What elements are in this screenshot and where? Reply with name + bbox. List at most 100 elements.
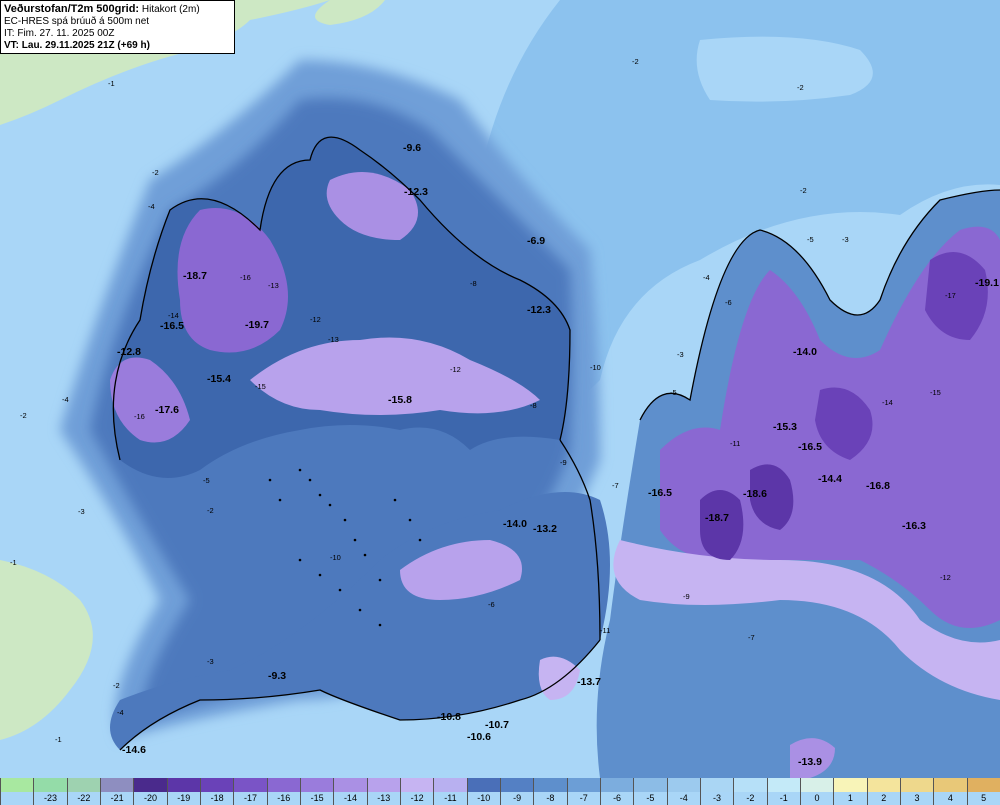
svg-text:-6: -6 xyxy=(488,600,495,609)
legend-cell: 0 xyxy=(799,778,834,805)
legend-label: 2 xyxy=(881,793,887,803)
label-peak: -10.6 xyxy=(467,731,491,743)
legend-cell: -8 xyxy=(533,778,567,805)
svg-text:-5: -5 xyxy=(807,235,814,244)
svg-text:-14: -14 xyxy=(882,398,893,407)
legend-swatch xyxy=(534,778,567,792)
legend-swatch xyxy=(267,778,300,792)
label-peak: -17.6 xyxy=(155,404,179,416)
svg-text:-4: -4 xyxy=(117,708,124,717)
label-peak: -10.7 xyxy=(485,719,509,731)
svg-text:-13: -13 xyxy=(328,335,339,344)
svg-text:-2: -2 xyxy=(113,681,120,690)
legend-label: -19 xyxy=(177,793,191,803)
legend-cell: 5 xyxy=(966,778,1000,805)
legend-swatch xyxy=(100,778,134,792)
legend-cell: -14 xyxy=(333,778,367,805)
label-peak: -13.7 xyxy=(577,676,601,688)
label-peak: -15.8 xyxy=(388,394,412,406)
legend-label: -10 xyxy=(477,793,491,803)
label-peak: -9.6 xyxy=(403,142,421,154)
svg-text:-15: -15 xyxy=(930,388,941,397)
svg-text:-12: -12 xyxy=(310,315,321,324)
legend-cell: -3 xyxy=(699,778,734,805)
legend-label: -14 xyxy=(343,793,357,803)
legend-swatch xyxy=(567,778,600,792)
legend-cell: -16 xyxy=(266,778,300,805)
legend-swatch xyxy=(634,778,667,792)
svg-text:-7: -7 xyxy=(612,481,619,490)
legend-swatch xyxy=(767,778,800,792)
legend-cell: -12 xyxy=(399,778,434,805)
label-peak: -13.2 xyxy=(533,523,557,535)
label-peak: -14.6 xyxy=(122,744,146,756)
svg-text:-7: -7 xyxy=(748,633,755,642)
svg-text:-3: -3 xyxy=(677,350,684,359)
legend-cell: -18 xyxy=(199,778,234,805)
label-peak: -19.1 xyxy=(975,277,999,289)
svg-text:-2: -2 xyxy=(207,506,214,515)
legend-label: -5 xyxy=(646,793,655,803)
label-peak: -16.5 xyxy=(160,320,184,332)
legend-cell: -10 xyxy=(466,778,500,805)
label-peak: -12.3 xyxy=(404,186,428,198)
legend-swatch xyxy=(200,778,234,792)
svg-text:-10: -10 xyxy=(330,553,341,562)
legend-cell: 4 xyxy=(933,778,967,805)
legend-label: 4 xyxy=(947,793,953,803)
legend-label: -7 xyxy=(579,793,588,803)
legend-label: -22 xyxy=(77,793,91,803)
svg-text:-4: -4 xyxy=(148,202,155,211)
svg-text:-16: -16 xyxy=(134,412,145,421)
legend-swatch xyxy=(34,778,67,792)
legend-swatch xyxy=(467,778,500,792)
svg-text:-4: -4 xyxy=(703,273,710,282)
svg-text:-16: -16 xyxy=(240,273,251,282)
legend-label: -4 xyxy=(679,793,688,803)
svg-text:-5: -5 xyxy=(203,476,210,485)
legend-cell: -5 xyxy=(633,778,667,805)
color-legend: -23 -22 -21 -20 -19 -18 -17 -16 -15 -14 -13 -12 -11-… xyxy=(0,778,1000,805)
sea-light-bay xyxy=(696,36,873,102)
svg-text:-11: -11 xyxy=(730,439,740,448)
legend-cell: 1 xyxy=(833,778,867,805)
legend-cell: -13 xyxy=(366,778,400,805)
legend-cell: -21 xyxy=(99,778,134,805)
valid-time: VT: Lau. 29.11.2025 21Z (+69 h) xyxy=(4,40,150,51)
svg-text:-2: -2 xyxy=(20,411,27,420)
legend-swatch xyxy=(734,778,767,792)
legend-label: -6 xyxy=(613,793,622,803)
svg-text:-3: -3 xyxy=(842,235,849,244)
legend-label: -1 xyxy=(779,793,788,803)
label-peak: -12.8 xyxy=(117,346,141,358)
legend-swatch xyxy=(234,778,267,792)
map-header: Veðurstofan/T2m 500grid: Hitakort (2m) E… xyxy=(0,0,235,54)
legend-cell: -22 xyxy=(66,778,100,805)
legend-label: -12 xyxy=(410,793,424,803)
label-peak: -12.3 xyxy=(527,304,551,316)
legend-swatch xyxy=(400,778,434,792)
legend-swatch xyxy=(334,778,367,792)
svg-text:-10: -10 xyxy=(590,363,601,372)
legend-label: -2 xyxy=(746,793,755,803)
svg-text:-14: -14 xyxy=(168,311,179,320)
legend-cell: -4 xyxy=(666,778,700,805)
svg-text:-1: -1 xyxy=(55,735,62,744)
temperature-map[interactable]: -9.6 -12.3 -6.9 -18.7 -16.5 -19.7 -12.3 … xyxy=(0,0,1000,778)
label-peak: -18.7 xyxy=(705,512,729,524)
legend-cell: -1 xyxy=(766,778,800,805)
svg-text:-2: -2 xyxy=(797,83,804,92)
svg-text:-9: -9 xyxy=(560,458,567,467)
legend-label: -18 xyxy=(210,793,224,803)
legend-label: -3 xyxy=(713,793,722,803)
svg-text:-1: -1 xyxy=(10,558,17,567)
svg-text:-2: -2 xyxy=(152,168,159,177)
init-time: IT: Fim. 27. 11. 2025 00Z xyxy=(4,28,115,39)
legend-cell: 3 xyxy=(899,778,934,805)
svg-text:-11: -11 xyxy=(600,626,610,635)
svg-text:-3: -3 xyxy=(78,507,85,516)
label-peak: -16.3 xyxy=(902,520,926,532)
label-peak: -16.8 xyxy=(866,480,890,492)
legend-label: 0 xyxy=(814,793,820,803)
label-peak: -18.6 xyxy=(743,488,767,500)
